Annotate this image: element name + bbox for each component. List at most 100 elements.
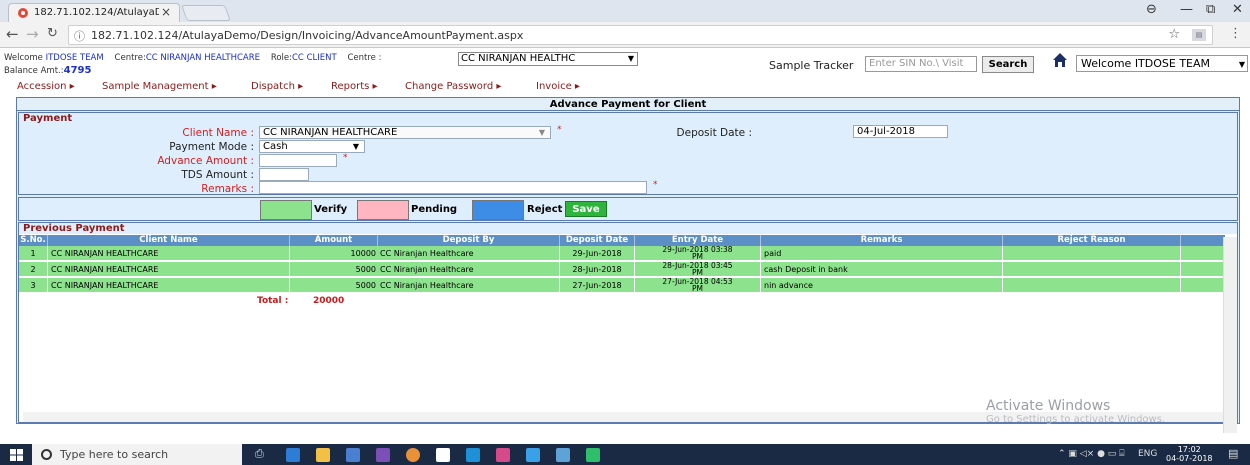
col-amount: Amount bbox=[290, 235, 378, 246]
deposit-date-input[interactable]: 04-Jul-2018 bbox=[853, 125, 948, 138]
advance-amount-input[interactable] bbox=[259, 154, 337, 167]
user-select[interactable]: Welcome ITDOSE TEAM ▼ bbox=[1076, 55, 1248, 72]
app-icon-3[interactable] bbox=[526, 448, 540, 462]
payment-mode-value: Cash bbox=[263, 141, 288, 152]
home-icon[interactable] bbox=[1052, 52, 1068, 68]
browser-tab[interactable]: 182.71.102.124/AtulayaD × bbox=[8, 3, 180, 22]
menu-accession[interactable]: Accession ▸ bbox=[17, 81, 75, 92]
visual-studio-icon[interactable] bbox=[376, 448, 390, 462]
microphone-icon[interactable]: ⎙ bbox=[255, 447, 264, 461]
welcome-name: ITDOSE TEAM bbox=[45, 53, 104, 63]
taskbar-search[interactable]: Type here to search bbox=[32, 444, 242, 465]
total-value: 20000 bbox=[313, 296, 345, 306]
app-icon-1[interactable] bbox=[346, 448, 360, 462]
col-remarks: Remarks bbox=[761, 235, 1003, 246]
clock-time: 17:02 bbox=[1177, 445, 1201, 454]
menu-reports[interactable]: Reports ▸ bbox=[331, 81, 378, 92]
new-tab-button[interactable] bbox=[181, 5, 231, 21]
cell-client: CC NIRANJAN HEALTHCARE bbox=[48, 246, 290, 261]
sample-tracker-input[interactable]: Enter SIN No.\ Visit bbox=[865, 56, 977, 72]
forward-icon[interactable]: → bbox=[26, 25, 39, 43]
info-icon[interactable]: ⓘ bbox=[74, 28, 85, 44]
bookmark-star-icon[interactable]: ☆ bbox=[1168, 27, 1180, 42]
previous-payment-section: Previous Payment S.No. Client Name Amoun… bbox=[18, 222, 1238, 433]
windows-start-icon[interactable] bbox=[10, 449, 23, 461]
cell-client: CC NIRANJAN HEALTHCARE bbox=[48, 278, 290, 293]
table-header: S.No. Client Name Amount Deposit By Depo… bbox=[19, 235, 1225, 246]
cell-deposit-by: CC Niranjan Healthcare bbox=[378, 262, 560, 277]
tds-amount-label: TDS Amount : bbox=[181, 169, 254, 181]
menu-change-password[interactable]: Change Password ▸ bbox=[405, 81, 501, 92]
tab-close-icon[interactable]: × bbox=[161, 5, 171, 19]
cell-amount: 5000 bbox=[355, 265, 376, 274]
edge-icon[interactable] bbox=[286, 448, 300, 462]
window-close-icon[interactable]: ✕ bbox=[1232, 2, 1243, 17]
cell-sno: 2 bbox=[19, 262, 48, 277]
browser-menu-icon[interactable]: ⋮ bbox=[1229, 26, 1242, 41]
vertical-scrollbar[interactable] bbox=[1223, 237, 1237, 433]
payment-mode-select[interactable]: Cash ▼ bbox=[259, 140, 365, 153]
centre-select[interactable]: CC NIRANJAN HEALTHC ▼ bbox=[458, 52, 638, 66]
app-icon-2[interactable] bbox=[496, 448, 510, 462]
search-button[interactable]: Search bbox=[982, 56, 1034, 73]
reject-swatch bbox=[472, 200, 524, 220]
minimize-icon[interactable]: — bbox=[1180, 2, 1193, 17]
language-indicator[interactable]: ENG bbox=[1138, 449, 1157, 459]
balance-label: Balance Amt.: bbox=[4, 66, 64, 76]
tds-amount-input[interactable] bbox=[259, 168, 309, 181]
cell-remarks: nin advance bbox=[761, 278, 1003, 293]
main-menu: Accession ▸ Sample Management ▸ Dispatch… bbox=[0, 77, 1250, 97]
centre-prefix: Centre: bbox=[114, 53, 146, 63]
back-icon[interactable]: ← bbox=[6, 25, 19, 43]
app-icon-4[interactable] bbox=[556, 448, 570, 462]
chevron-down-icon: ▼ bbox=[352, 142, 359, 151]
remarks-input[interactable] bbox=[259, 181, 647, 194]
pending-label: Pending bbox=[411, 204, 458, 215]
panel-title: Advance Payment for Client bbox=[17, 98, 1239, 111]
system-tray-icons[interactable]: ⌃ ▣ ◁× ● ▭ ⌸ bbox=[1058, 449, 1125, 459]
reload-icon[interactable]: ↻ bbox=[47, 26, 58, 41]
cell-deposit-date: 29-Jun-2018 bbox=[560, 246, 635, 261]
col-reject-reason: Reject Reason bbox=[1003, 235, 1181, 246]
taskbar-search-placeholder: Type here to search bbox=[60, 448, 169, 461]
required-mark: * bbox=[557, 125, 562, 135]
reject-label: Reject bbox=[527, 204, 563, 215]
entry-date-line2: PM bbox=[692, 268, 703, 277]
menu-sample-management[interactable]: Sample Management ▸ bbox=[102, 81, 217, 92]
clock-date: 04-07-2018 bbox=[1166, 454, 1213, 463]
notification-icon[interactable]: ▤ bbox=[1228, 447, 1238, 460]
file-explorer-icon[interactable] bbox=[316, 448, 330, 462]
browser-tabstrip: 182.71.102.124/AtulayaD × ⊖ — ⧉ ✕ bbox=[0, 0, 1250, 22]
menu-invoice[interactable]: Invoice ▸ bbox=[536, 81, 580, 92]
menu-dispatch[interactable]: Dispatch ▸ bbox=[251, 81, 303, 92]
app-icon-5[interactable] bbox=[586, 448, 600, 462]
chrome-icon[interactable] bbox=[406, 448, 420, 462]
cell-remarks: paid bbox=[761, 246, 1003, 261]
welcome-prefix: Welcome bbox=[4, 53, 46, 63]
advance-payment-panel: Advance Payment for Client Payment Clien… bbox=[16, 97, 1240, 433]
col-entry-date: Entry Date bbox=[635, 235, 761, 246]
cell-reject-reason bbox=[1003, 246, 1181, 261]
table-row[interactable]: 3 CC NIRANJAN HEALTHCARE 5000 CC Niranja… bbox=[19, 278, 1225, 293]
save-button[interactable]: Save bbox=[565, 201, 607, 217]
payment-section: Payment Client Name : CC NIRANJAN HEALTH… bbox=[18, 112, 1238, 195]
table-row[interactable]: 2 CC NIRANJAN HEALTHCARE 5000 CC Niranja… bbox=[19, 262, 1225, 277]
clock[interactable]: 17:02 04-07-2018 bbox=[1166, 445, 1213, 463]
verify-label: Verify bbox=[314, 204, 348, 215]
verify-swatch bbox=[260, 200, 312, 220]
chevron-down-icon: ▼ bbox=[627, 54, 634, 63]
store-icon[interactable] bbox=[436, 448, 450, 462]
table-row[interactable]: 1 CC NIRANJAN HEALTHCARE 10000 CC Niranj… bbox=[19, 246, 1225, 261]
required-mark: * bbox=[653, 180, 658, 190]
maximize-icon[interactable]: ⧉ bbox=[1206, 2, 1215, 17]
centre-select-label: Centre : bbox=[347, 53, 382, 63]
client-name-select[interactable]: CC NIRANJAN HEALTHCARE ▼ bbox=[259, 126, 551, 139]
skype-icon[interactable] bbox=[466, 448, 480, 462]
cell-remarks: cash Deposit in bank bbox=[761, 262, 1003, 277]
url-field[interactable]: ⓘ 182.71.102.124/AtulayaDemo/Design/Invo… bbox=[68, 25, 1213, 45]
user-info: Welcome ITDOSE TEAM Centre:CC NIRANJAN H… bbox=[4, 53, 382, 76]
total-label: Total : bbox=[257, 296, 289, 306]
profile-icon[interactable]: ⊖ bbox=[1146, 2, 1157, 17]
extension-icon[interactable]: ▤ bbox=[1192, 29, 1206, 41]
address-bar-row: ← → ↻ ⓘ 182.71.102.124/AtulayaDemo/Desig… bbox=[0, 22, 1250, 48]
